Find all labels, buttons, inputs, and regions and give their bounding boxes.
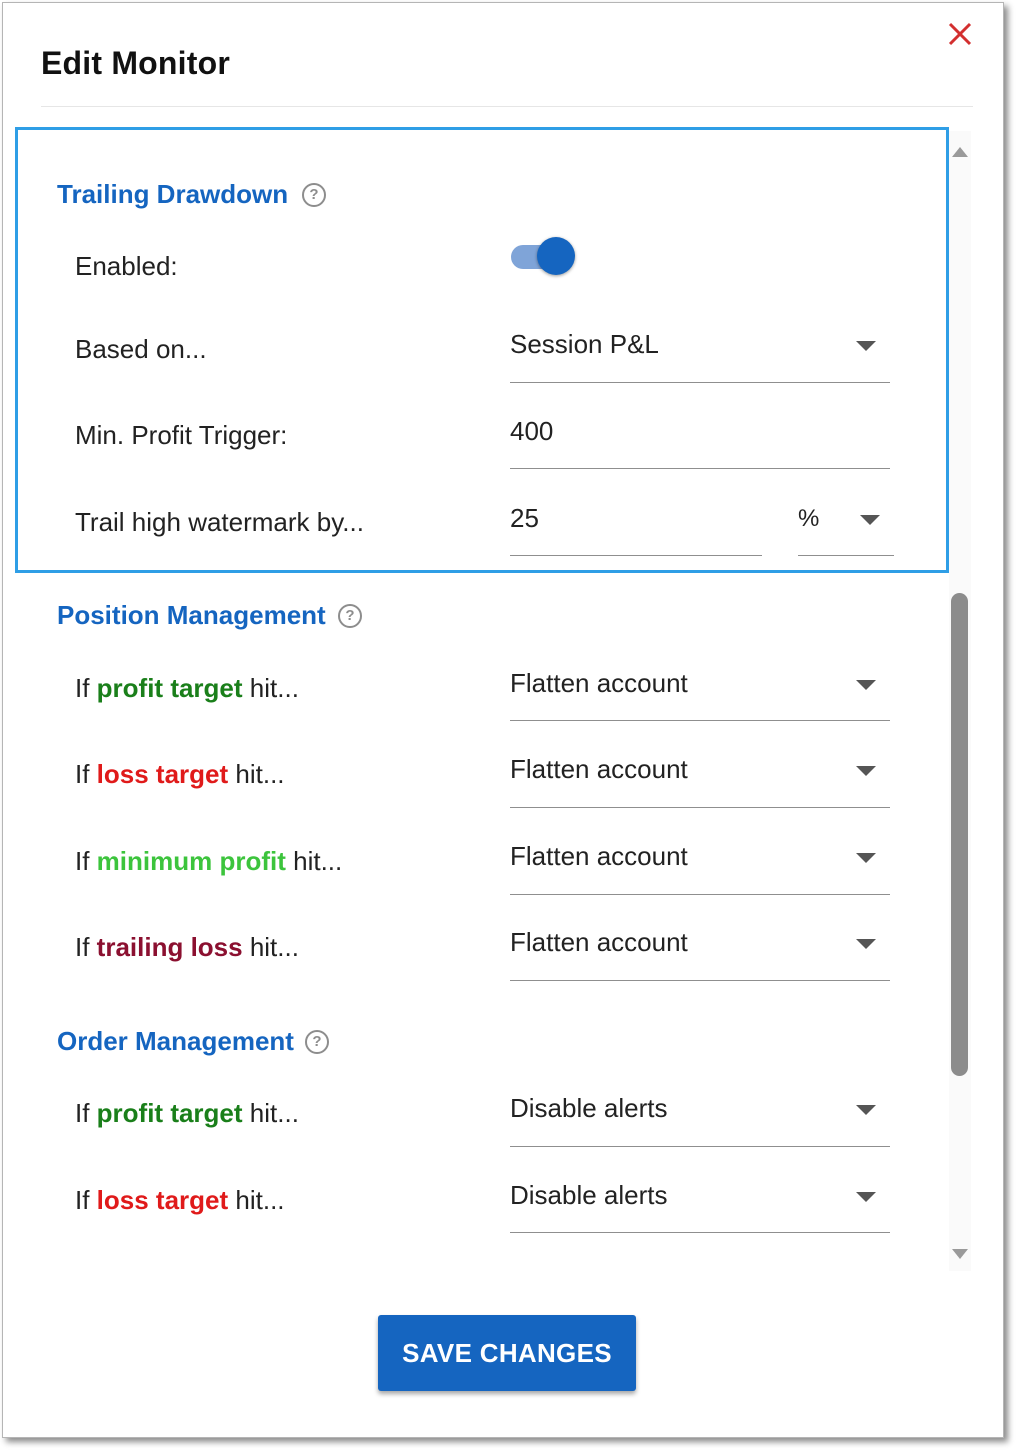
chevron-down-icon (856, 680, 876, 690)
based-on-label: Based on... (75, 334, 207, 364)
label-suffix: hit... (285, 846, 343, 876)
profit-target-keyword: profit target (96, 1098, 243, 1128)
order-management-title: Order Management (57, 1026, 294, 1056)
trailing-loss-keyword: trailing loss (96, 932, 243, 962)
chevron-down-icon (856, 341, 876, 351)
pm-minimum-profit-select[interactable]: Flatten account (510, 841, 890, 895)
save-changes-button[interactable]: SAVE CHANGES (378, 1315, 636, 1391)
based-on-value: Session P&L (510, 329, 659, 359)
trail-watermark-value: 25 (510, 503, 539, 533)
chevron-down-icon (856, 1192, 876, 1202)
pm-trailing-loss-select[interactable]: Flatten account (510, 927, 890, 981)
chevron-down-icon (856, 939, 876, 949)
help-circle-icon[interactable]: ? (338, 604, 362, 628)
label-prefix: If (75, 932, 97, 962)
pm-minimum-profit-label: If minimum profit hit... (75, 846, 342, 877)
edit-monitor-dialog: Edit Monitor Trailing Drawdown ? Enabled… (2, 2, 1004, 1438)
dialog-title: Edit Monitor (41, 45, 231, 81)
label-prefix: If (75, 1098, 97, 1128)
min-profit-trigger-input[interactable]: 400 (510, 416, 890, 469)
pm-loss-target-select[interactable]: Flatten account (510, 754, 890, 808)
label-suffix: hit... (242, 673, 299, 703)
close-icon[interactable] (943, 17, 977, 51)
toggle-knob[interactable] (537, 237, 575, 275)
min-profit-trigger-value: 400 (510, 416, 554, 446)
chevron-down-icon (856, 853, 876, 863)
om-profit-target-select[interactable]: Disable alerts (510, 1093, 890, 1147)
select-value: Flatten account (510, 841, 688, 871)
chevron-down-icon (856, 1105, 876, 1115)
loss-target-keyword: loss target (96, 759, 229, 789)
trail-watermark-label: Trail high watermark by... (75, 507, 364, 537)
om-loss-target-label: If loss target hit... (75, 1185, 285, 1216)
pm-profit-target-select[interactable]: Flatten account (510, 668, 890, 721)
position-management-title: Position Management (57, 600, 326, 630)
enabled-label: Enabled: (75, 251, 178, 281)
label-suffix: hit... (228, 759, 285, 789)
pm-trailing-loss-label: If trailing loss hit... (75, 932, 299, 963)
trailing-drawdown-title: Trailing Drawdown (57, 179, 289, 209)
label-suffix: hit... (242, 932, 299, 962)
based-on-select[interactable]: Session P&L (510, 329, 890, 383)
title-divider (41, 106, 973, 107)
trail-unit-value: % (798, 505, 820, 532)
label-suffix: hit... (228, 1185, 285, 1215)
trail-watermark-input[interactable]: 25 (510, 503, 762, 556)
select-value: Flatten account (510, 754, 688, 784)
select-value: Disable alerts (510, 1093, 668, 1123)
scroll-up-arrow-icon[interactable] (952, 147, 968, 157)
label-prefix: If (75, 846, 97, 876)
om-profit-target-label: If profit target hit... (75, 1098, 299, 1129)
minimum-profit-keyword: minimum profit (96, 846, 286, 876)
min-profit-trigger-label: Min. Profit Trigger: (75, 420, 288, 450)
select-value: Flatten account (510, 927, 688, 957)
pm-profit-target-label: If profit target hit... (75, 673, 299, 704)
loss-target-keyword: loss target (96, 1185, 229, 1215)
chevron-down-icon (860, 515, 880, 525)
select-value: Disable alerts (510, 1180, 668, 1210)
help-circle-icon[interactable]: ? (302, 183, 326, 207)
select-value: Flatten account (510, 668, 688, 698)
pm-loss-target-label: If loss target hit... (75, 759, 285, 790)
trail-unit-select[interactable]: % (798, 503, 894, 556)
chevron-down-icon (856, 766, 876, 776)
label-prefix: If (75, 673, 97, 703)
label-suffix: hit... (242, 1098, 299, 1128)
label-prefix: If (75, 1185, 97, 1215)
om-loss-target-select[interactable]: Disable alerts (510, 1180, 890, 1233)
help-circle-icon[interactable]: ? (305, 1030, 329, 1054)
profit-target-keyword: profit target (96, 673, 243, 703)
scrollbar-thumb[interactable] (951, 593, 968, 1076)
scroll-down-arrow-icon[interactable] (952, 1249, 968, 1259)
label-prefix: If (75, 759, 97, 789)
